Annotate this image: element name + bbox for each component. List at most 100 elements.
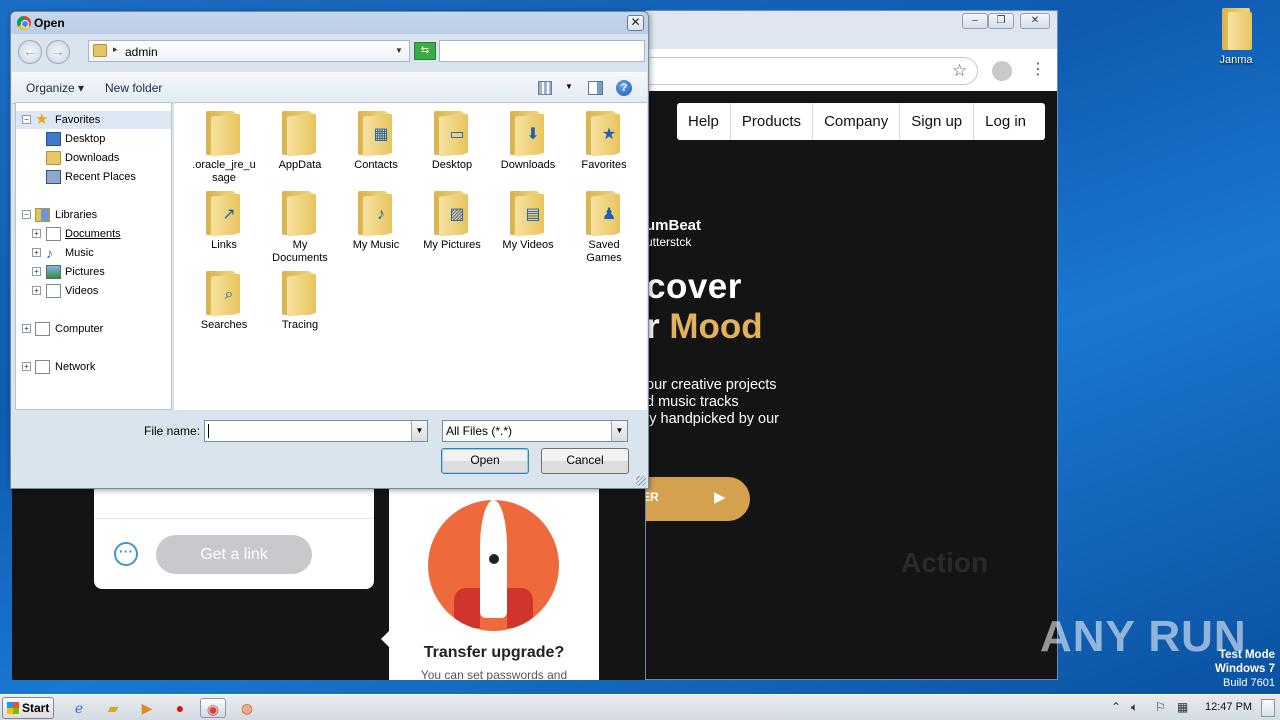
folder-label-line2: Documents [272,252,328,264]
preview-pane-icon[interactable] [588,81,603,95]
file-name-input[interactable]: ▼ [204,420,428,442]
menu-kebab-icon[interactable]: ⋮ [1030,61,1046,79]
close-button[interactable]: ✕ [1020,13,1050,29]
open-button[interactable]: Open [441,448,529,474]
folder-icon: ▤ [510,191,546,237]
file-type-dropdown-icon[interactable]: ▼ [611,421,627,441]
show-desktop-button[interactable] [1261,699,1275,717]
network-tray-icon[interactable]: ▦ [1177,700,1188,714]
breadcrumb[interactable]: ▸ admin ▼ [88,40,410,62]
profile-avatar-icon[interactable] [992,61,1012,81]
file-name-dropdown-icon[interactable]: ▼ [411,421,427,441]
expand-icon[interactable]: + [22,362,31,371]
view-dropdown-icon[interactable]: ▼ [565,82,573,91]
more-options-icon[interactable]: ··· [114,542,138,566]
folder-item[interactable]: ▭ Desktop [416,105,488,172]
tree-item-favorites[interactable]: − ★ Favorites [16,111,171,129]
maximize-button[interactable]: ❐ [988,13,1014,29]
firefox-icon[interactable]: ◍ [234,698,260,718]
bookmark-star-icon[interactable]: ☆ [952,61,967,81]
brand-sub: utterstck [646,235,692,249]
folder-label-line2: Games [586,252,622,264]
search-input[interactable] [439,40,645,62]
back-button[interactable]: ← [18,40,42,64]
expand-icon[interactable]: + [32,286,41,295]
folder-item[interactable]: ♟ Saved Games [568,185,640,265]
folder-item[interactable]: ▤ My Videos [492,185,564,252]
nav-products[interactable]: Products [731,103,814,140]
folder-icon [282,111,318,157]
expand-icon[interactable]: + [22,324,31,333]
breadcrumb-chevron-icon[interactable]: ▸ [113,44,118,55]
play-icon: ▶ [714,489,726,506]
folder-item[interactable]: ▨ My Pictures [416,185,488,252]
folder-item[interactable]: ▦ Contacts [340,105,412,172]
faint-heading: Action [901,547,989,578]
folder-item[interactable]: ♪ My Music [340,185,412,252]
folder-emblem-icon: ▦ [373,126,389,143]
internet-explorer-icon[interactable]: ℯ [66,698,92,718]
show-hidden-icons-icon[interactable]: ⌃ [1111,700,1121,714]
start-button[interactable]: Start [2,697,54,719]
chrome-taskbar-icon[interactable]: ◉ [200,698,226,718]
minimize-button[interactable]: – [962,13,988,29]
get-link-button[interactable]: Get a link [156,535,312,574]
breadcrumb-admin[interactable]: admin [125,45,158,59]
folder-icon: ↗ [206,191,242,237]
opera-icon[interactable]: ● [167,698,193,718]
file-name-label: File name: [144,424,201,438]
collapse-icon[interactable]: − [22,210,31,219]
expand-icon[interactable]: + [32,248,41,257]
file-type-select[interactable]: All Files (*.*) ▼ [442,420,628,442]
forward-button[interactable]: → [46,40,70,64]
page-content: Help Products Company Sign up Log in umB… [646,91,1057,679]
folder-item[interactable]: My Documents [264,185,336,265]
folder-item[interactable]: ⌕ Searches [188,265,260,332]
address-bar[interactable] [646,57,978,85]
recent-places-icon [46,170,61,184]
expand-icon[interactable]: + [32,229,41,238]
folder-label: Contacts [354,159,398,171]
collapse-icon[interactable]: − [22,115,31,124]
tree-label: Network [55,361,96,373]
file-list-pane: .oracle_jre_u sage AppData ▦ Contacts ▭ Deskto… [174,102,647,410]
star-icon: ★ [35,111,49,128]
help-icon[interactable]: ? [616,80,632,96]
new-folder-button[interactable]: New folder [105,81,162,95]
breadcrumb-dropdown-icon[interactable]: ▼ [395,46,403,55]
folder-label: Saved [588,239,620,251]
browser-window: – ❐ ✕ ☆ ⋮ Help Products Company Sign up … [645,10,1058,680]
organize-button[interactable]: Organize ▾ [26,81,84,95]
dialog-close-button[interactable]: ✕ [627,15,644,31]
nav-help[interactable]: Help [677,103,731,140]
transfer-card: ··· Get a link [94,488,374,589]
tree-label: Libraries [55,209,98,221]
folder-item[interactable]: .oracle_jre_u sage [188,105,260,185]
refresh-button[interactable]: ⇆ [414,42,436,60]
nav-log-in[interactable]: Log in [974,103,1037,140]
folder-item[interactable]: ⬇ Downloads [492,105,564,172]
discover-button[interactable]: DISCOVER ▶ [646,477,750,521]
volume-icon[interactable]: 🔈︎ [1131,700,1138,715]
cancel-button[interactable]: Cancel [541,448,629,474]
folder-item[interactable]: AppData [264,105,336,172]
view-options-icon[interactable] [538,81,552,95]
folder-emblem-icon: ▭ [449,126,465,143]
explorer-folder-icon[interactable]: ▰ [100,698,126,718]
nav-sign-up[interactable]: Sign up [900,103,975,140]
clock[interactable]: 12:47 PM [1205,701,1252,713]
media-player-icon[interactable]: ▶ [134,698,160,718]
resize-grip-icon[interactable] [636,476,646,486]
nav-company[interactable]: Company [813,103,901,140]
folder-item[interactable]: ↗ Links [188,185,260,252]
expand-icon[interactable]: + [32,267,41,276]
folder-item[interactable]: ★ Favorites [568,105,640,172]
rocket-fin-right [507,588,533,628]
folder-item[interactable]: Tracing [264,265,336,332]
folder-label: My Pictures [423,239,481,251]
action-center-flag-icon[interactable]: ⚐ [1155,700,1166,714]
folder-emblem-icon: ▨ [449,206,465,223]
desktop-icon-janma[interactable]: Janma [1210,6,1262,66]
dialog-titlebar[interactable]: Open ✕ [11,12,648,34]
dialog-title: Open [34,16,65,30]
